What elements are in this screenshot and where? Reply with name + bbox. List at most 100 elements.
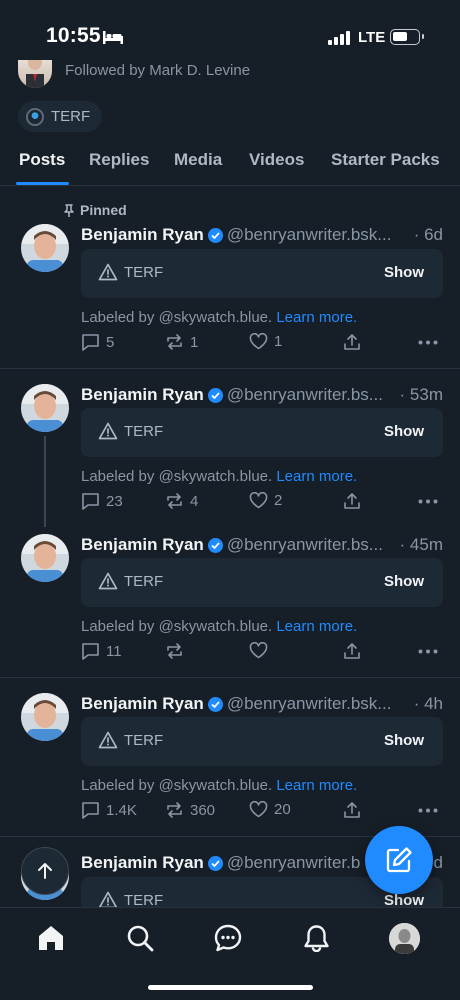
repost-icon <box>167 643 182 659</box>
tab-media[interactable]: Media <box>174 150 222 170</box>
tab-replies[interactable]: Replies <box>89 150 149 170</box>
content-warning[interactable]: TERF Show <box>81 249 443 298</box>
more-options-icon[interactable] <box>418 340 438 345</box>
search-icon[interactable] <box>126 924 154 952</box>
reply-count: 11 <box>106 642 122 660</box>
post-header: Benjamin Ryan @benryanwriter.bs... <box>81 385 383 405</box>
author-name[interactable]: Benjamin Ryan <box>81 225 204 245</box>
reply-icon <box>82 802 99 819</box>
status-time: 10:55 <box>46 24 101 47</box>
labeler-icon <box>26 107 44 126</box>
post-time[interactable]: · 6d <box>414 225 443 245</box>
reply-count: 5 <box>106 333 115 351</box>
author-handle[interactable]: @benryanwriter.bs... <box>227 535 383 555</box>
show-button[interactable]: Show <box>384 423 424 440</box>
home-icon[interactable] <box>37 924 65 952</box>
author-handle[interactable]: @benryanwriter.bs... <box>227 385 383 405</box>
profile-avatar[interactable] <box>389 923 420 954</box>
author-name[interactable]: Benjamin Ryan <box>81 694 204 714</box>
reply-button[interactable]: 5 <box>81 333 114 351</box>
post-time[interactable]: · 4h <box>414 694 443 714</box>
content-warning[interactable]: TERF Show <box>81 408 443 457</box>
warning-icon <box>98 731 118 749</box>
repost-button[interactable]: 1 <box>165 333 198 351</box>
share-icon[interactable] <box>343 333 361 351</box>
content-label: TERF <box>124 732 164 749</box>
reply-icon <box>82 493 99 510</box>
repost-icon <box>167 802 182 818</box>
share-icon[interactable] <box>343 642 361 660</box>
post-author-avatar[interactable] <box>21 534 69 582</box>
learn-more-link[interactable]: Learn more. <box>276 468 357 485</box>
content-warning[interactable]: TERF Show <box>81 558 443 607</box>
pinned-label: Pinned <box>80 202 127 218</box>
compose-button[interactable] <box>365 826 433 894</box>
post-time[interactable]: · 53m <box>400 385 443 405</box>
reply-button[interactable]: 1.4K <box>81 801 137 819</box>
profile-label-chip[interactable]: TERF <box>18 101 103 132</box>
followed-by-text[interactable]: Followed by Mark D. Levine <box>65 62 250 79</box>
heart-icon <box>249 642 268 659</box>
like-button[interactable] <box>249 642 274 659</box>
reply-button[interactable]: 23 <box>81 492 123 510</box>
show-button[interactable]: Show <box>384 573 424 590</box>
labeled-by-text: Labeled by @skywatch.blue. Learn more. <box>81 309 358 326</box>
reply-button[interactable]: 11 <box>81 642 122 660</box>
post-time[interactable]: · 45m <box>400 535 443 555</box>
battery-icon <box>390 29 424 45</box>
tab-posts[interactable]: Posts <box>19 150 65 170</box>
labeled-by-text: Labeled by @skywatch.blue. Learn more. <box>81 618 358 635</box>
author-handle[interactable]: @benryanwriter.bsk... <box>227 694 392 714</box>
labeled-by-text: Labeled by @skywatch.blue. Learn more. <box>81 468 358 485</box>
more-options-icon[interactable] <box>418 499 438 504</box>
like-count: 2 <box>274 492 283 509</box>
signal-icon <box>328 30 350 45</box>
active-tab-indicator <box>16 182 69 185</box>
repost-count: 1 <box>190 333 199 351</box>
show-button[interactable]: Show <box>384 264 424 281</box>
post-header: Benjamin Ryan @benryanwriter.bsk... <box>81 694 391 714</box>
post-time[interactable]: d <box>434 853 443 873</box>
home-indicator <box>148 985 313 990</box>
author-name[interactable]: Benjamin Ryan <box>81 853 204 873</box>
learn-more-link[interactable]: Learn more. <box>276 309 357 326</box>
repost-button[interactable]: 360 <box>165 801 215 819</box>
pin-icon <box>64 203 74 217</box>
content-warning[interactable]: TERF Show <box>81 717 443 766</box>
chat-icon[interactable] <box>214 924 242 952</box>
thread-line <box>44 436 46 527</box>
post-author-avatar[interactable] <box>21 384 69 432</box>
like-button[interactable]: 2 <box>249 492 282 509</box>
sleep-mode-icon <box>103 31 123 44</box>
tab-starter-packs[interactable]: Starter Packs <box>331 150 440 170</box>
bell-icon[interactable] <box>303 924 330 952</box>
show-button[interactable]: Show <box>384 732 424 749</box>
learn-more-link[interactable]: Learn more. <box>276 618 357 635</box>
reply-count: 23 <box>106 492 123 510</box>
post-author-avatar[interactable] <box>21 224 69 272</box>
repost-button[interactable] <box>165 642 190 660</box>
author-handle[interactable]: @benryanwriter.b <box>227 853 361 873</box>
tab-videos[interactable]: Videos <box>249 150 304 170</box>
labeled-by-text: Labeled by @skywatch.blue. Learn more. <box>81 777 358 794</box>
pinned-indicator: Pinned <box>63 202 127 218</box>
heart-icon <box>249 333 268 350</box>
author-name[interactable]: Benjamin Ryan <box>81 385 204 405</box>
heart-icon <box>249 492 268 509</box>
scroll-to-top-button[interactable] <box>21 847 69 895</box>
post-header: Benjamin Ryan @benryanwriter.bs... <box>81 535 383 555</box>
repost-icon <box>167 334 182 350</box>
share-icon[interactable] <box>343 801 361 819</box>
like-button[interactable]: 20 <box>249 801 291 818</box>
share-icon[interactable] <box>343 492 361 510</box>
more-options-icon[interactable] <box>418 649 438 654</box>
like-button[interactable]: 1 <box>249 333 282 350</box>
more-options-icon[interactable] <box>418 808 438 813</box>
author-name[interactable]: Benjamin Ryan <box>81 535 204 555</box>
reply-icon <box>82 643 99 660</box>
repost-button[interactable]: 4 <box>165 492 198 510</box>
post-author-avatar[interactable] <box>21 693 69 741</box>
follower-avatar <box>18 60 52 88</box>
learn-more-link[interactable]: Learn more. <box>276 777 357 794</box>
author-handle[interactable]: @benryanwriter.bsk... <box>227 225 392 245</box>
